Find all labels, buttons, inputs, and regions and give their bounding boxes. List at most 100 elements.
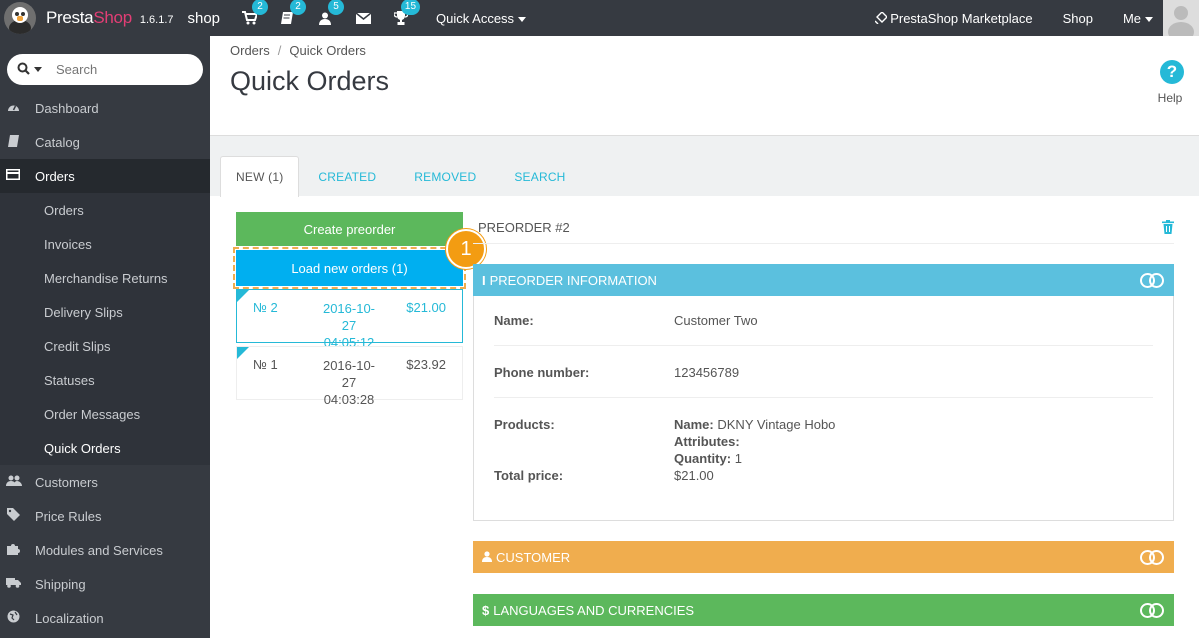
breadcrumb-current: Quick Orders	[289, 43, 366, 58]
shop-link[interactable]: Shop	[1063, 11, 1093, 26]
me-dropdown[interactable]: Me	[1123, 11, 1153, 26]
tab-search[interactable]: SEARCH	[495, 156, 584, 197]
help-button[interactable]: ? Help	[1158, 60, 1185, 105]
help-label: Help	[1157, 91, 1183, 105]
total-price-label: Total price:	[494, 468, 564, 483]
trophy-button[interactable]: 15	[392, 0, 421, 27]
order-amount: $21.00	[406, 300, 446, 315]
phone-value: 123456789	[674, 365, 740, 380]
product-name: Name: DKNY Vintage Hobo	[674, 417, 836, 432]
order-tabs: NEW (1) CREATED REMOVED SEARCH	[220, 156, 585, 197]
envelope-icon	[355, 12, 371, 24]
messages-badge: 2	[290, 0, 307, 15]
caret-down-icon	[518, 16, 527, 22]
collapse-toggle-icon[interactable]	[1140, 273, 1164, 288]
new-customers-button[interactable]: 5	[316, 0, 345, 27]
order-amount: $23.92	[406, 357, 446, 372]
product-quantity: Quantity: 1	[674, 451, 742, 466]
preorder-info-panel-body	[473, 296, 1174, 521]
preorder-title: PREORDER #2	[478, 220, 570, 235]
order-number: № 2	[253, 300, 278, 315]
sidebar-subitem-orders[interactable]: Orders	[0, 193, 210, 227]
customers-badge: 5	[328, 0, 345, 15]
version-label: 1.6.1.7	[139, 14, 174, 26]
tags-icon	[6, 508, 20, 524]
order-list-item[interactable]: № 1 2016-10-27 04:03:28 $23.92	[236, 346, 463, 407]
new-orders-button[interactable]: 2	[240, 0, 269, 27]
name-label: Name:	[494, 313, 534, 328]
sidebar-subitem-statuses[interactable]: Statuses	[0, 363, 210, 397]
sidebar-item-customers[interactable]: Customers	[0, 465, 210, 499]
dollar-icon: $	[482, 602, 490, 618]
caret-down-icon	[1145, 16, 1153, 22]
store-name[interactable]: shop	[188, 10, 221, 27]
preorder-info-panel-header[interactable]: i PREORDER INFORMATION	[473, 264, 1174, 296]
sidebar-item-localization[interactable]: Localization	[0, 601, 210, 635]
avatar[interactable]	[1163, 0, 1199, 36]
order-datetime: 2016-10-27 04:05:12	[322, 301, 376, 350]
phone-label: Phone number:	[494, 365, 590, 380]
sidebar-subitem-quick-orders[interactable]: Quick Orders	[0, 431, 210, 465]
sidebar-item-orders[interactable]: Orders	[0, 159, 210, 193]
search-input[interactable]	[56, 62, 176, 77]
trash-icon[interactable]	[1162, 220, 1174, 234]
order-number: № 1	[253, 357, 278, 372]
breadcrumb: Orders / Quick Orders	[230, 43, 366, 58]
brand-name: PrestaShop	[46, 8, 132, 27]
order-datetime: 2016-10-27 04:03:28	[322, 358, 376, 407]
marketplace-icon	[874, 10, 889, 24]
divider	[494, 345, 1153, 346]
name-value: Customer Two	[674, 313, 758, 328]
user-icon	[482, 550, 492, 565]
collapse-toggle-icon[interactable]	[1140, 603, 1164, 618]
search-type-caret-icon[interactable]	[34, 67, 42, 72]
sidebar-item-modules[interactable]: Modules and Services	[0, 533, 210, 567]
question-icon: ?	[1160, 60, 1184, 84]
page-title: Quick Orders	[230, 66, 390, 96]
collapse-toggle-icon[interactable]	[1140, 550, 1164, 565]
prestashop-logo[interactable]	[4, 2, 36, 34]
tab-removed[interactable]: REMOVED	[395, 156, 495, 197]
dashboard-icon	[6, 101, 20, 115]
users-icon	[6, 475, 22, 489]
sidebar-item-dashboard[interactable]: Dashboard	[0, 91, 210, 125]
load-new-orders-button[interactable]: Load new orders (1)	[233, 247, 466, 289]
new-messages-button[interactable]: 2	[278, 0, 307, 27]
orders-badge: 2	[252, 0, 269, 15]
tab-new[interactable]: NEW (1)	[220, 156, 300, 197]
search-icon[interactable]	[17, 62, 30, 78]
info-icon: i	[482, 272, 486, 288]
truck-icon	[6, 577, 21, 591]
sidebar-item-catalog[interactable]: Catalog	[0, 125, 210, 159]
step-number-badge: 1	[446, 229, 486, 269]
trophy-badge: 15	[400, 0, 421, 15]
sidebar-subitem-invoices[interactable]: Invoices	[0, 227, 210, 261]
divider	[473, 243, 1174, 244]
order-list-item[interactable]: № 2 2016-10-27 04:05:12 $21.00	[236, 289, 463, 350]
breadcrumb-separator: /	[277, 43, 282, 58]
customer-panel-header[interactable]: CUSTOMER	[473, 541, 1174, 573]
languages-currencies-panel-header[interactable]: $ LANGUAGES AND CURRENCIES	[473, 594, 1174, 626]
sidebar: Dashboard Catalog Orders Orders Invoices…	[0, 36, 210, 638]
divider	[494, 397, 1153, 398]
sidebar-item-shipping[interactable]: Shipping	[0, 567, 210, 601]
top-header: PrestaShop 1.6.1.7 shop 2 2 5 15 Quick A…	[0, 0, 1199, 36]
sidebar-subitem-order-messages[interactable]: Order Messages	[0, 397, 210, 431]
products-label: Products:	[494, 417, 555, 432]
new-marker-icon	[237, 347, 249, 359]
marketplace-link[interactable]: PrestaShop Marketplace	[874, 10, 1033, 26]
credit-card-icon	[6, 169, 20, 183]
quick-access-dropdown[interactable]: Quick Access	[436, 11, 527, 26]
breadcrumb-orders[interactable]: Orders	[230, 43, 270, 58]
tab-created[interactable]: CREATED	[299, 156, 395, 197]
sidebar-subitem-merchandise-returns[interactable]: Merchandise Returns	[0, 261, 210, 295]
mail-button[interactable]	[354, 9, 372, 27]
sidebar-subitem-delivery-slips[interactable]: Delivery Slips	[0, 295, 210, 329]
sidebar-item-price-rules[interactable]: Price Rules	[0, 499, 210, 533]
total-price-value: $21.00	[674, 468, 714, 483]
puzzle-icon	[6, 542, 20, 558]
orders-submenu: Orders Invoices Merchandise Returns Deli…	[0, 193, 210, 465]
create-preorder-button[interactable]: Create preorder	[236, 212, 463, 246]
sidebar-search	[7, 54, 203, 85]
sidebar-subitem-credit-slips[interactable]: Credit Slips	[0, 329, 210, 363]
